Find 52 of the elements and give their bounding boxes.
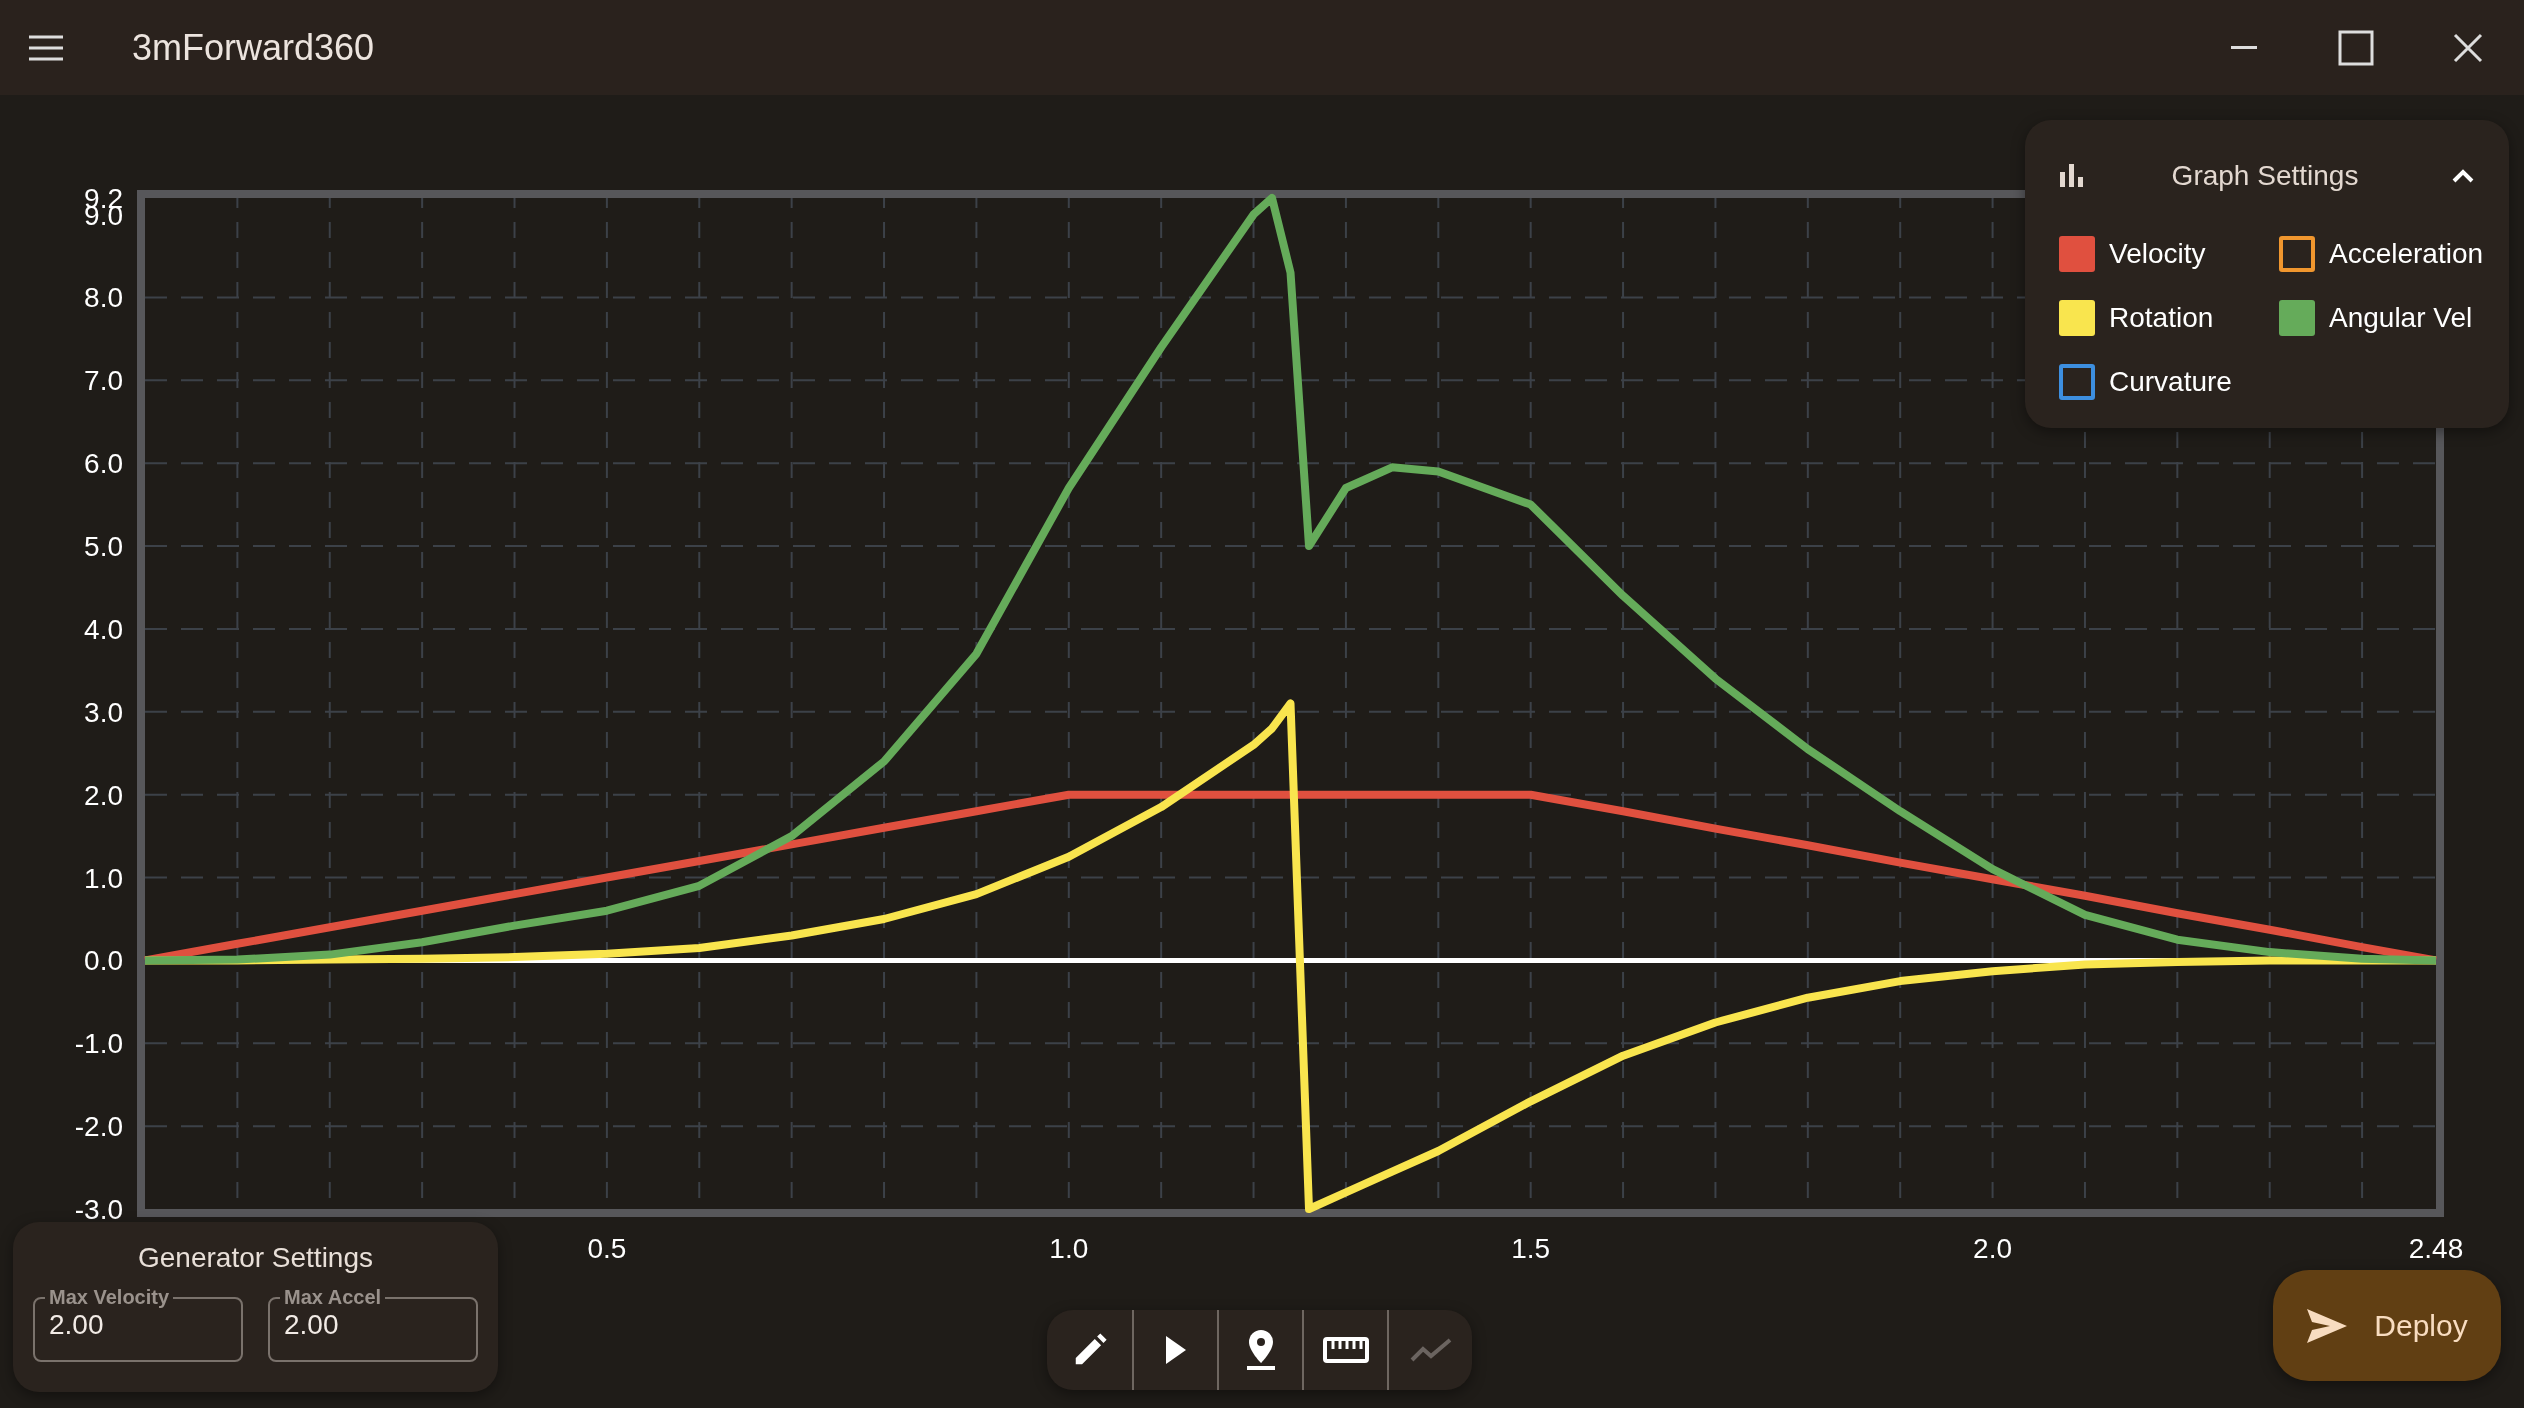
number-field[interactable]: Max Accel 2.00 <box>268 1286 478 1362</box>
close-icon <box>2453 32 2483 63</box>
x-tick-label: 1.5 <box>1511 1233 1551 1264</box>
menu-icon <box>27 33 65 62</box>
panel-title: Graph Settings <box>2170 160 2360 192</box>
deploy-button[interactable]: Deploy <box>2273 1270 2501 1381</box>
input-field[interactable]: 2.00 <box>49 1309 227 1341</box>
minimize-icon <box>2231 45 2257 50</box>
y-tick-label: 7.0 <box>84 365 123 397</box>
legend-swatch[interactable] <box>2059 236 2095 272</box>
number-field[interactable]: Max Velocity 2.00 <box>33 1286 243 1362</box>
y-tick-label: 6.0 <box>84 448 123 480</box>
panel-title: Generator Settings <box>137 1242 374 1274</box>
input-field[interactable]: 2.00 <box>284 1309 462 1341</box>
map-pin-icon <box>1245 1329 1276 1371</box>
legend-toggle[interactable]: Curvature <box>2059 364 2279 400</box>
legend-label: Velocity <box>2109 238 2206 270</box>
legend-toggle[interactable]: Angular Vel <box>2279 300 2484 336</box>
y-tick-label: -1.0 <box>74 1028 123 1060</box>
y-tick-label: 4.0 <box>84 613 123 645</box>
y-tick-label: 2.0 <box>84 779 123 811</box>
y-tick-label: 0.0 <box>84 945 123 977</box>
x-tick-label: 1.0 <box>1049 1233 1089 1264</box>
field-label: Max Accel <box>283 1286 383 1309</box>
y-tick-label: -3.0 <box>74 1194 123 1225</box>
line-chart-icon <box>1409 1337 1452 1363</box>
legend-toggle[interactable]: Acceleration <box>2279 236 2484 272</box>
y-tick-label: -2.0 <box>74 1111 123 1143</box>
legend-swatch[interactable] <box>2279 236 2315 272</box>
legend-label: Angular Vel <box>2329 302 2473 334</box>
window-title: 3mForward360 <box>132 26 376 69</box>
y-tick-label: 3.0 <box>84 696 123 728</box>
legend-toggle[interactable]: Rotation <box>2059 300 2279 336</box>
x-tick-label: 0.5 <box>587 1233 627 1264</box>
legend-label: Rotation <box>2109 302 2214 334</box>
play-icon <box>1163 1335 1188 1365</box>
x-tick-label: 2.48 <box>2408 1233 2464 1264</box>
legend-toggle[interactable]: Velocity <box>2059 236 2279 272</box>
y-tick-label: 5.0 <box>84 531 123 563</box>
legend-label: Acceleration <box>2329 238 2484 270</box>
ruler-icon <box>1322 1337 1369 1363</box>
maximize-icon <box>2338 29 2374 66</box>
legend-swatch[interactable] <box>2059 364 2095 400</box>
y-tick-label: 8.0 <box>84 282 123 314</box>
legend-swatch[interactable] <box>2059 300 2095 336</box>
bar-chart-icon <box>2059 163 2085 189</box>
x-tick-label: 2.0 <box>1973 1233 2013 1264</box>
legend-label: Curvature <box>2109 366 2232 398</box>
field-label: Max Velocity <box>48 1286 171 1309</box>
send-icon <box>2306 1307 2349 1344</box>
legend-swatch[interactable] <box>2279 300 2315 336</box>
y-tick-label: 1.0 <box>84 862 123 894</box>
